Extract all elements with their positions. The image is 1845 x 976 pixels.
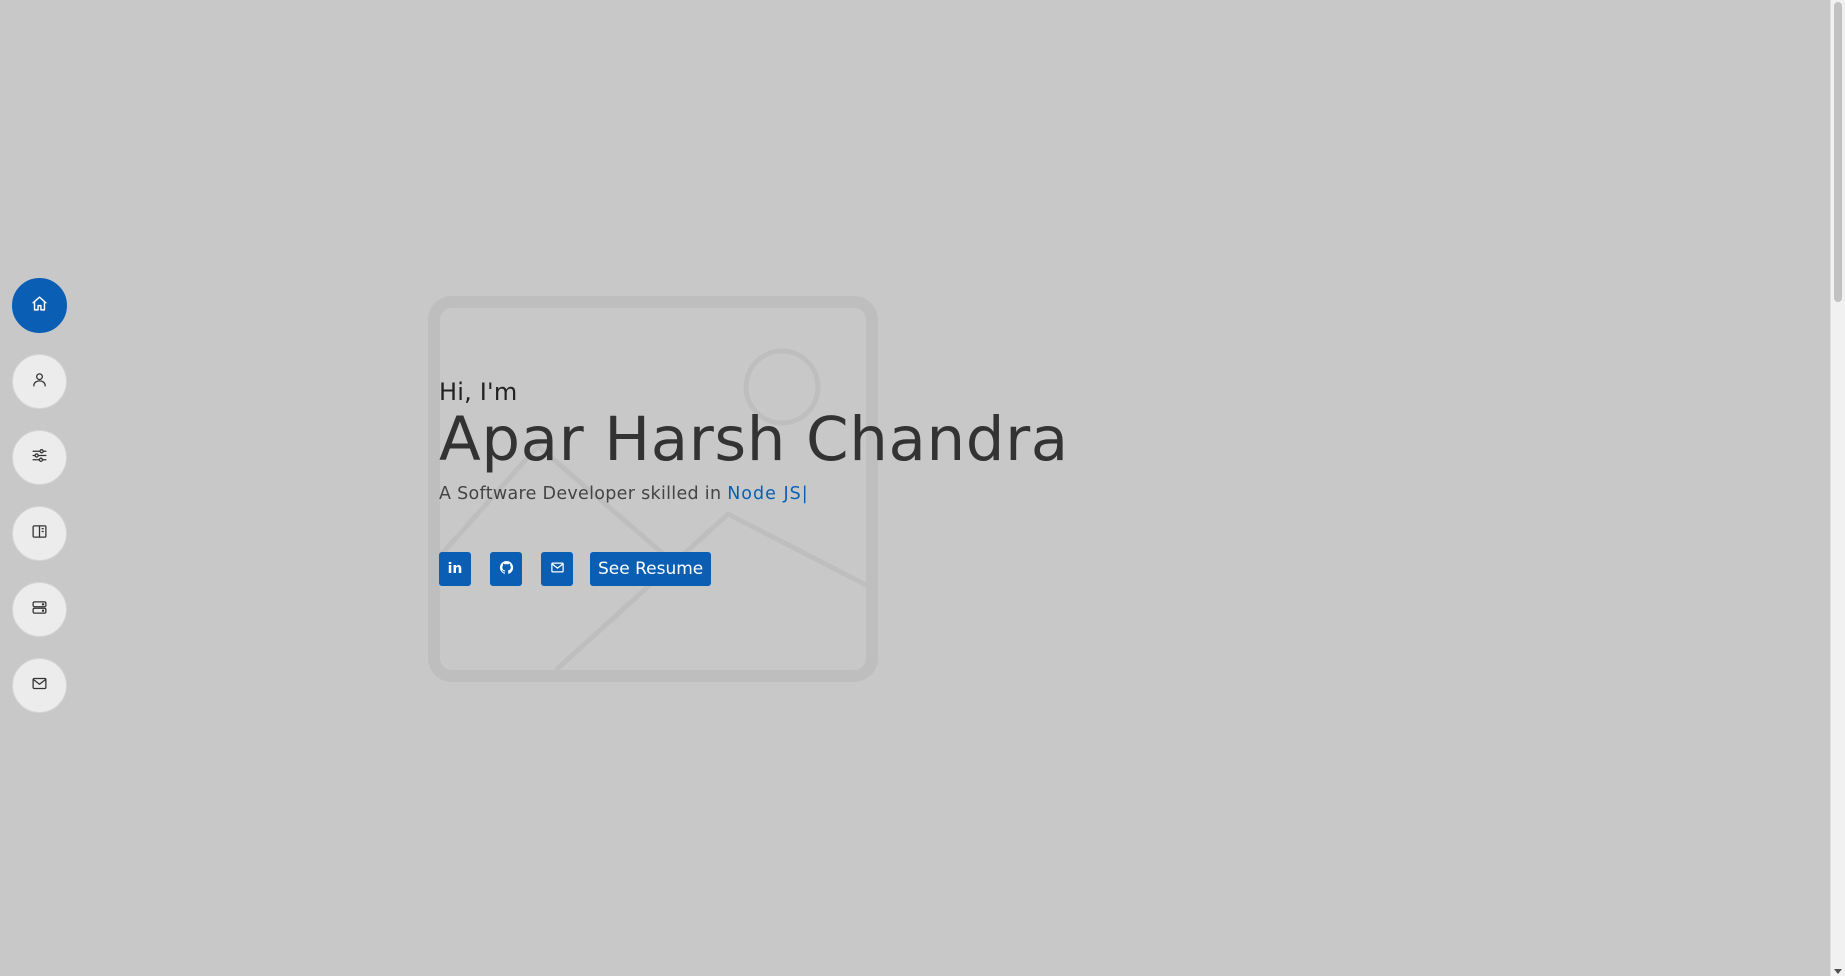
- github-button[interactable]: [490, 552, 522, 587]
- hero-name: Apar Harsh Chandra: [439, 404, 1069, 475]
- nav-home-button[interactable]: [12, 278, 67, 333]
- nav-projects-button[interactable]: [12, 506, 67, 561]
- sidebar-nav: [12, 278, 67, 713]
- hero-section: Hi, I'm Apar Harsh Chandra A Software De…: [439, 378, 1069, 587]
- page-scrollbar[interactable]: [1830, 0, 1845, 976]
- tagline-prefix: A Software Developer skilled in: [439, 484, 728, 505]
- nav-about-button[interactable]: [12, 354, 67, 409]
- see-resume-button[interactable]: See Resume: [590, 552, 712, 587]
- user-icon: [31, 371, 48, 392]
- scrollbar-thumb[interactable]: [1834, 2, 1842, 302]
- book-icon: [31, 523, 48, 544]
- hero-greeting: Hi, I'm: [439, 378, 518, 406]
- nav-skills-button[interactable]: [12, 430, 67, 485]
- linkedin-button[interactable]: in: [439, 552, 471, 587]
- hero-actions: in See Resume: [439, 552, 1069, 587]
- page: Hi, I'm Apar Harsh Chandra A Software De…: [0, 0, 1845, 976]
- mail-icon: [550, 560, 565, 579]
- nav-contact-button[interactable]: [12, 658, 67, 713]
- home-icon: [31, 295, 48, 316]
- linkedin-icon: in: [447, 561, 463, 578]
- scroll-down-arrow-icon[interactable]: [1834, 969, 1842, 974]
- email-button[interactable]: [541, 552, 573, 587]
- hero-tagline: A Software Developer skilled in Node JS|: [439, 484, 1069, 504]
- github-icon: [499, 560, 514, 579]
- mail-icon: [31, 675, 48, 696]
- server-icon: [31, 599, 48, 620]
- sliders-icon: [31, 447, 48, 468]
- nav-experience-button[interactable]: [12, 582, 67, 637]
- typed-skill: Node JS|: [727, 484, 809, 505]
